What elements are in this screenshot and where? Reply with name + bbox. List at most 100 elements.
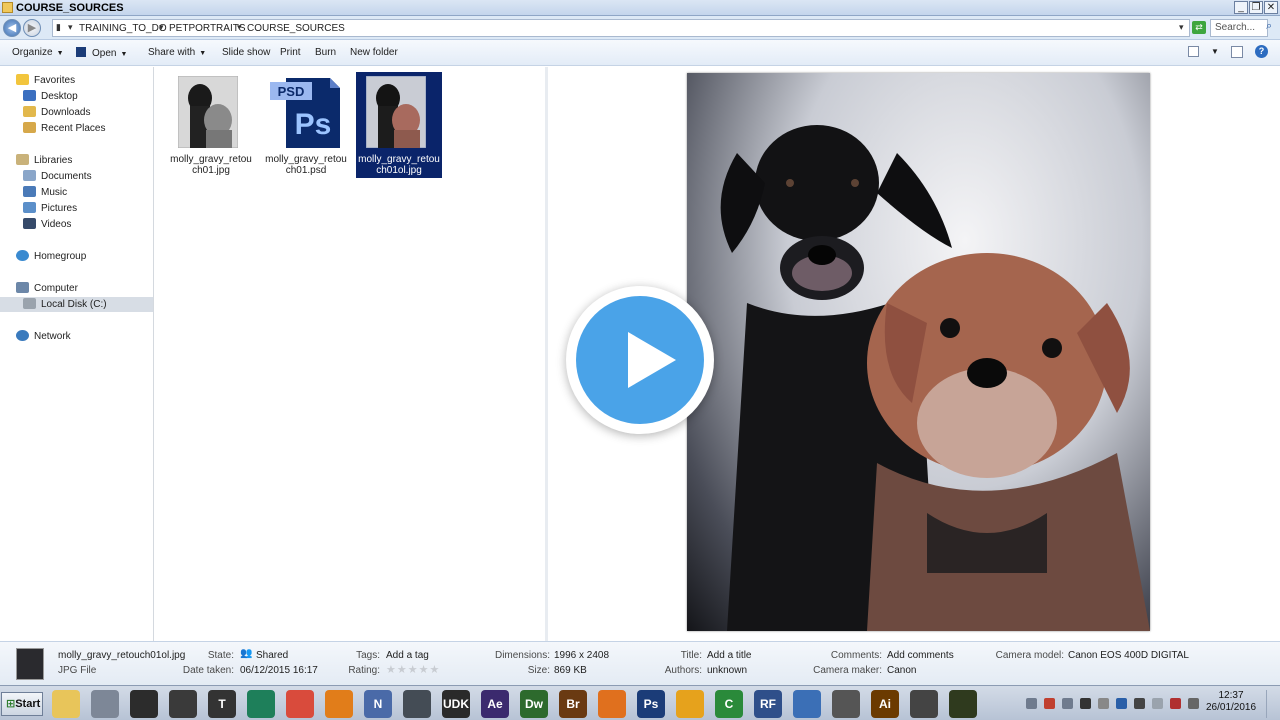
- taskbar-app-aperture[interactable]: [793, 690, 821, 718]
- navigation-pane: Favorites Desktop Downloads Recent Place…: [0, 67, 154, 641]
- sidebar-label: Favorites: [34, 75, 76, 86]
- taskbar-app-chrome[interactable]: [286, 690, 314, 718]
- sidebar-item-favorites[interactable]: Favorites: [16, 73, 75, 88]
- file-item-jpg-selected[interactable]: molly_gravy_retouch01ol.jpg: [356, 72, 442, 178]
- taskbar-app-after-effects[interactable]: Ae: [481, 690, 509, 718]
- tags-field[interactable]: Add a tag: [386, 650, 429, 661]
- chevron-down-icon[interactable]: ▾: [159, 22, 164, 33]
- music-icon: [23, 186, 36, 197]
- share-with-button[interactable]: Share with ▼: [148, 47, 206, 58]
- taskbar-app-bridge[interactable]: Br: [559, 690, 587, 718]
- new-folder-button[interactable]: New folder: [350, 47, 398, 58]
- sidebar-item-downloads[interactable]: Downloads: [23, 105, 90, 120]
- authors-label: Authors:: [664, 665, 702, 676]
- date-taken-value: 06/12/2015 16:17: [240, 665, 318, 676]
- sidebar-item-documents[interactable]: Documents: [23, 169, 92, 184]
- taskbar-app-firefox[interactable]: [598, 690, 626, 718]
- search-icon[interactable]: ⌕: [1266, 20, 1279, 36]
- tray-icon[interactable]: [1026, 698, 1037, 709]
- sidebar-item-recent-places[interactable]: Recent Places: [23, 121, 105, 136]
- file-item-jpg[interactable]: molly_gravy_retouch01.jpg: [168, 72, 254, 178]
- breadcrumb-2[interactable]: PETPORTRAITS: [169, 23, 246, 34]
- taskbar-app-sketchup[interactable]: [247, 690, 275, 718]
- preview-image: [687, 73, 1150, 631]
- restore-button[interactable]: ❐: [1249, 1, 1263, 14]
- sidebar-item-local-disk[interactable]: Local Disk (C:): [0, 297, 153, 312]
- back-button[interactable]: ◀: [3, 19, 21, 37]
- address-input[interactable]: ▮ ▾ TRAINING_TO_DO ▾ PETPORTRAITS ▾ COUR…: [52, 19, 1190, 37]
- sidebar-item-pictures[interactable]: Pictures: [23, 201, 77, 216]
- start-label: Start: [15, 698, 41, 710]
- show-desktop-button[interactable]: [1266, 690, 1278, 718]
- sidebar-label: Documents: [41, 171, 92, 182]
- taskbar-app-headphones[interactable]: [676, 690, 704, 718]
- sidebar-item-desktop[interactable]: Desktop: [23, 89, 78, 104]
- taskbar-app-inkscape[interactable]: [169, 690, 197, 718]
- taskbar-app-recorder[interactable]: [130, 690, 158, 718]
- taskbar-app-monster[interactable]: [403, 690, 431, 718]
- print-button[interactable]: Print: [280, 47, 301, 58]
- taskbar-app-typewriter[interactable]: T: [208, 690, 236, 718]
- help-icon[interactable]: ?: [1255, 45, 1268, 58]
- folder-icon: [2, 2, 13, 13]
- title-field[interactable]: Add a title: [707, 650, 751, 661]
- play-button[interactable]: [566, 286, 714, 434]
- breadcrumb-1[interactable]: TRAINING_TO_DO: [79, 23, 167, 34]
- sidebar-item-homegroup[interactable]: Homegroup: [16, 249, 86, 264]
- start-button[interactable]: ⊞Start: [1, 692, 43, 716]
- taskbar-app-udk[interactable]: UDK: [442, 690, 470, 718]
- sidebar-label: Pictures: [41, 203, 78, 214]
- taskbar-app-camtasia[interactable]: C: [715, 690, 743, 718]
- tray-icon[interactable]: [1134, 698, 1145, 709]
- sidebar-item-network[interactable]: Network: [16, 329, 71, 344]
- taskbar-app-tools[interactable]: [91, 690, 119, 718]
- taskbar-app-photoshop[interactable]: Ps: [637, 690, 665, 718]
- chevron-down-icon[interactable]: ▼: [1211, 47, 1219, 56]
- computer-icon: [16, 282, 29, 293]
- chevron-down-icon[interactable]: ▾: [237, 22, 242, 33]
- clock[interactable]: 12:37 26/01/2016: [1206, 690, 1256, 714]
- chevron-down-icon[interactable]: ▾: [1179, 22, 1184, 33]
- taskbar-app-explorer[interactable]: [52, 690, 80, 718]
- open-button[interactable]: Open ▼: [76, 47, 127, 59]
- preview-pane-icon[interactable]: [1231, 46, 1243, 58]
- authors-field[interactable]: unknown: [707, 665, 747, 676]
- taskbar-app-bridge-green[interactable]: [949, 690, 977, 718]
- sidebar-item-videos[interactable]: Videos: [23, 217, 71, 232]
- taskbar-app-unity[interactable]: [910, 690, 938, 718]
- taskbar-app-dreamweaver[interactable]: Dw: [520, 690, 548, 718]
- chevron-down-icon[interactable]: ▾: [68, 22, 73, 33]
- forward-button[interactable]: ▶: [23, 19, 41, 37]
- psd-badge: PSD: [278, 84, 305, 99]
- taskbar-app-illustrator[interactable]: Ai: [871, 690, 899, 718]
- breadcrumb-3[interactable]: COURSE_SOURCES: [247, 23, 345, 34]
- volume-icon[interactable]: [1152, 698, 1163, 709]
- close-button[interactable]: ✕: [1264, 1, 1278, 14]
- system-tray: [1020, 690, 1200, 718]
- tray-icon[interactable]: [1044, 698, 1055, 709]
- view-options-icon[interactable]: [1188, 46, 1199, 57]
- sidebar-item-libraries[interactable]: Libraries: [16, 153, 72, 168]
- slide-show-button[interactable]: Slide show: [222, 47, 270, 58]
- file-item-psd[interactable]: PSD Ps molly_gravy_retouch01.psd: [263, 72, 349, 178]
- taskbar-app-n-app[interactable]: N: [364, 690, 392, 718]
- tray-icon[interactable]: [1098, 698, 1109, 709]
- burn-button[interactable]: Burn: [315, 47, 336, 58]
- search-input[interactable]: Search...: [1210, 19, 1268, 37]
- taskbar-app-rf[interactable]: RF: [754, 690, 782, 718]
- network-icon[interactable]: [1170, 698, 1181, 709]
- minimize-button[interactable]: _: [1234, 1, 1248, 14]
- sidebar-item-music[interactable]: Music: [23, 185, 67, 200]
- tray-icon[interactable]: [1116, 698, 1127, 709]
- taskbar-app-figure[interactable]: [832, 690, 860, 718]
- comments-field[interactable]: Add comments: [887, 650, 954, 661]
- rating-stars[interactable]: ★★★★★: [386, 663, 440, 676]
- organize-button[interactable]: Organize ▼: [12, 47, 64, 58]
- tray-icon[interactable]: [1080, 698, 1091, 709]
- refresh-icon[interactable]: ⇄: [1192, 21, 1206, 34]
- sidebar-item-computer[interactable]: Computer: [16, 281, 78, 296]
- tray-icon[interactable]: [1188, 698, 1199, 709]
- tags-label: Tags:: [356, 650, 380, 661]
- tray-icon[interactable]: [1062, 698, 1073, 709]
- taskbar-app-frame[interactable]: [325, 690, 353, 718]
